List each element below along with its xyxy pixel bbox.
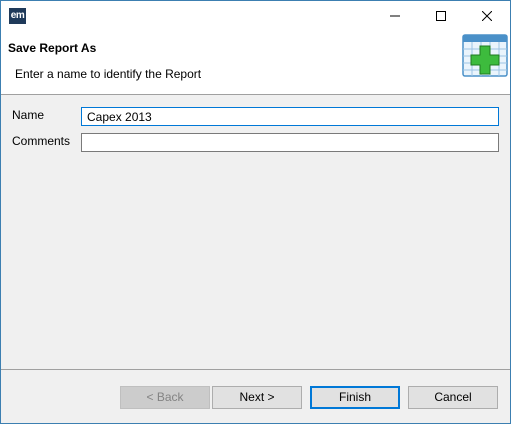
page-description: Enter a name to identify the Report xyxy=(15,67,202,81)
save-report-dialog: em Save Report As Enter a name to identi… xyxy=(0,0,511,424)
title-bar: em xyxy=(1,1,510,30)
back-button[interactable]: < Back xyxy=(120,386,210,409)
cancel-button[interactable]: Cancel xyxy=(408,386,498,409)
name-label: Name xyxy=(12,108,45,122)
wizard-header: Save Report As Enter a name to identify … xyxy=(1,30,510,95)
page-title: Save Report As xyxy=(8,41,97,55)
name-input[interactable] xyxy=(81,107,499,126)
maximize-icon xyxy=(436,10,446,21)
minimize-icon xyxy=(390,15,400,16)
minimize-button[interactable] xyxy=(372,1,418,30)
finish-button[interactable]: Finish xyxy=(310,386,400,409)
comments-input[interactable] xyxy=(81,133,499,152)
close-button[interactable] xyxy=(464,1,510,30)
close-icon xyxy=(482,10,492,21)
next-button[interactable]: Next > xyxy=(212,386,302,409)
maximize-button[interactable] xyxy=(418,1,464,30)
button-bar-separator xyxy=(1,369,510,370)
comments-label: Comments xyxy=(12,134,71,148)
new-report-icon xyxy=(462,34,508,77)
app-icon: em xyxy=(9,8,26,24)
